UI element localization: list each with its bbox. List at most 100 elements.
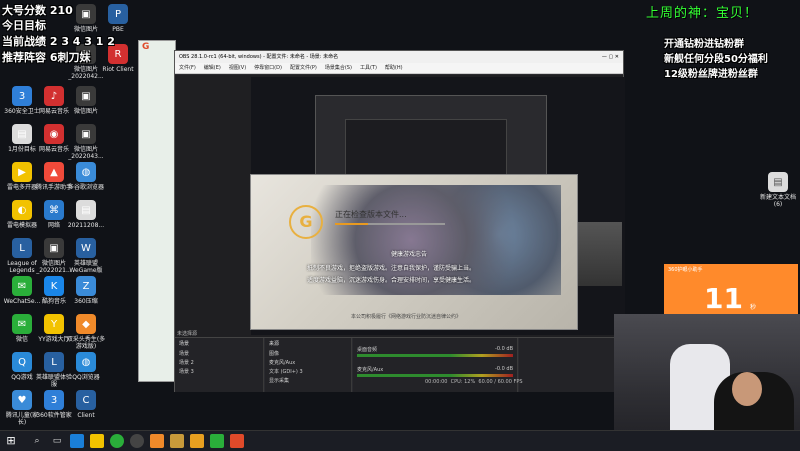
menu-item[interactable]: 文件(F)	[179, 65, 196, 71]
app-icon: ▣	[44, 238, 64, 258]
progress-bar	[335, 223, 445, 225]
loader-footer: 本公司积极履行《网络游戏行业防沉迷自律公约》	[351, 314, 462, 320]
checking-text: 正在检查版本文件...	[335, 210, 407, 219]
search-icon[interactable]: ⌕	[30, 434, 44, 448]
app-icon: ▤	[12, 124, 32, 144]
desktop-icon-label: 微信图片	[73, 108, 98, 115]
wechat-icon[interactable]	[210, 434, 224, 448]
controls-dock[interactable]	[519, 338, 624, 392]
scene-list: 场景 场景 2 场景 3	[175, 349, 263, 376]
app-icon: Z	[76, 276, 96, 296]
desktop-icon[interactable]: ▣ 微信图片_2022043...	[66, 124, 106, 160]
desktop-icon[interactable]: ◆ 双采头秀生(多游戏版)	[66, 314, 106, 350]
source-item[interactable]: 图像	[265, 349, 351, 358]
scene-item[interactable]: 场景 2	[175, 358, 263, 367]
source-item[interactable]: 文本 (GDI+) 3	[265, 367, 351, 376]
health-notice-line2: 适度游戏益脑，沉迷游戏伤身。合理安排时间，享受健康生活。	[307, 277, 476, 284]
windows-logo-icon[interactable]: ⊞	[4, 434, 18, 448]
desktop-icon[interactable]: C Client	[66, 390, 106, 419]
app-icon: W	[76, 238, 96, 258]
window-controls[interactable]: — ▢ ✕	[602, 51, 623, 63]
app-icon: C	[76, 390, 96, 410]
desktop-icon-label: 网易云音乐	[38, 146, 69, 153]
app-icon: ▣	[76, 124, 96, 144]
menu-item[interactable]: 场景集合(S)	[325, 65, 352, 71]
obs-titlebar: OBS 28.1.0-rc1 (64-bit, windows) - 配置文件:…	[175, 51, 623, 63]
desktop-icon[interactable]: ◍ 多谷歌浏览器	[66, 162, 106, 191]
app-icon: ▣	[76, 4, 96, 24]
source-item[interactable]: 显示采集	[265, 376, 351, 385]
mixer-channel-db: -0.0 dB	[495, 346, 513, 352]
no-source-label: 未选择源	[177, 331, 198, 337]
desktop-icon-text-document[interactable]: ▤ 新建文本文档(6)	[756, 172, 800, 208]
chrome-icon[interactable]	[110, 434, 124, 448]
desktop-icon[interactable]: P PBE	[98, 4, 138, 33]
task-view-icon[interactable]: ▭	[50, 434, 64, 448]
wegame-icon[interactable]	[150, 434, 164, 448]
desktop-icon[interactable]: ▣ 微信图片	[66, 86, 106, 115]
app-icon: ◆	[76, 314, 96, 334]
wegame-logo-icon: G	[289, 205, 323, 239]
recommend-line: 推荐阵容 6刺刀妹	[2, 51, 91, 64]
mixer-channel-db: -0.0 dB	[495, 366, 513, 372]
score-line: 大号分数 210	[2, 4, 73, 17]
scenes-dock[interactable]: 场景 场景 场景 2 场景 3	[175, 338, 264, 392]
desktop: 3 360安全卫士 ♪ 网易云音乐 ▣ 微信图片 ▤ 1月份目标 ◉ 网易云音乐 ▣ 微信图片_202…	[0, 0, 800, 450]
app-icon: L	[44, 352, 64, 372]
streamer-head	[732, 372, 762, 406]
scene-item[interactable]: 场景	[175, 349, 263, 358]
health-notice-line1: 抵制不良游戏，拒绝盗版游戏。注意自我保护，谨防受骗上当。	[307, 265, 476, 272]
desktop-icon[interactable]: ◍ QQ浏览器	[66, 352, 106, 381]
desktop-icon-label: 微信图片	[73, 26, 98, 33]
health-notice-title: 健康游戏忠告	[391, 251, 428, 258]
sources-dock[interactable]: 来源 图像 麦克风/Aux 文本 (GDI+) 3 显示采集	[265, 338, 352, 392]
scene-item[interactable]: 场景 3	[175, 367, 263, 376]
edge-icon[interactable]	[70, 434, 84, 448]
mixer-volume-slider[interactable]	[357, 374, 513, 377]
desktop-icon-label: 新建文本文档(6)	[759, 194, 796, 208]
desktop-icon[interactable]: W 英雄联盟WeGame版	[66, 238, 106, 274]
menu-item[interactable]: 编辑(E)	[204, 65, 221, 71]
status-time: 00:00:00	[425, 379, 448, 385]
right-promo-line1: 开通钻粉进钻粉群	[664, 39, 744, 50]
wegame-logo: G	[142, 42, 150, 52]
app-icon: K	[44, 276, 64, 296]
menu-item[interactable]: 工具(T)	[360, 65, 377, 71]
last-week-banner: 上周的神：宝贝！	[646, 6, 759, 21]
desktop-icon[interactable]: ▤ 20211208...	[66, 200, 106, 229]
app-icon: L	[12, 238, 32, 258]
desktop-icon-label: 多谷歌浏览器	[67, 184, 104, 191]
menu-item[interactable]: 停靠窗口(D)	[254, 65, 282, 71]
league-icon[interactable]	[170, 434, 184, 448]
app-icon: ◐	[12, 200, 32, 220]
app-icon: 3	[44, 390, 64, 410]
desktop-icon-label: 微信图片_2022043...	[68, 146, 104, 160]
menu-item[interactable]: 帮助(H)	[385, 65, 403, 71]
obs-icon[interactable]	[130, 434, 144, 448]
goal-line: 今日目标	[2, 19, 46, 32]
game-icon[interactable]	[230, 434, 244, 448]
small-camera-view	[578, 222, 622, 286]
app-icon: Q	[12, 352, 32, 372]
qq-icon[interactable]	[190, 434, 204, 448]
streak-line: 当前战绩 2 3 4 3 1 2	[2, 35, 115, 48]
menu-item[interactable]: 视图(V)	[229, 65, 246, 71]
obs-menubar: 文件(F) 编辑(E) 视图(V) 停靠窗口(D) 配置文件(P) 场景集合(S) 工具(T…	[175, 63, 623, 74]
app-icon: ▶	[12, 162, 32, 182]
desktop-icon-label: 20211208...	[67, 222, 105, 229]
source-list: 图像 麦克风/Aux 文本 (GDI+) 3 显示采集	[265, 349, 351, 385]
desktop-icon[interactable]: Z 360压缩	[66, 276, 106, 305]
menu-item[interactable]: 配置文件(P)	[290, 65, 317, 71]
desktop-icon-label: YY游戏大厅	[38, 336, 70, 343]
desktop-icon-label: 360压缩	[74, 298, 98, 305]
wegame-window[interactable]	[138, 40, 176, 382]
desktop-icon-label: 雷电多开器	[6, 184, 37, 191]
desktop-icon-label: Riot Client	[102, 66, 134, 73]
mixer-volume-slider[interactable]	[357, 354, 513, 357]
mixer-channel[interactable]: 桌面音频 -0.0 dB	[353, 344, 517, 364]
scenes-header: 场景	[179, 341, 190, 347]
source-item[interactable]: 麦克风/Aux	[265, 358, 351, 367]
file-explorer-icon[interactable]	[90, 434, 104, 448]
app-icon: ▤	[76, 200, 96, 220]
app-icon: ♪	[44, 86, 64, 106]
